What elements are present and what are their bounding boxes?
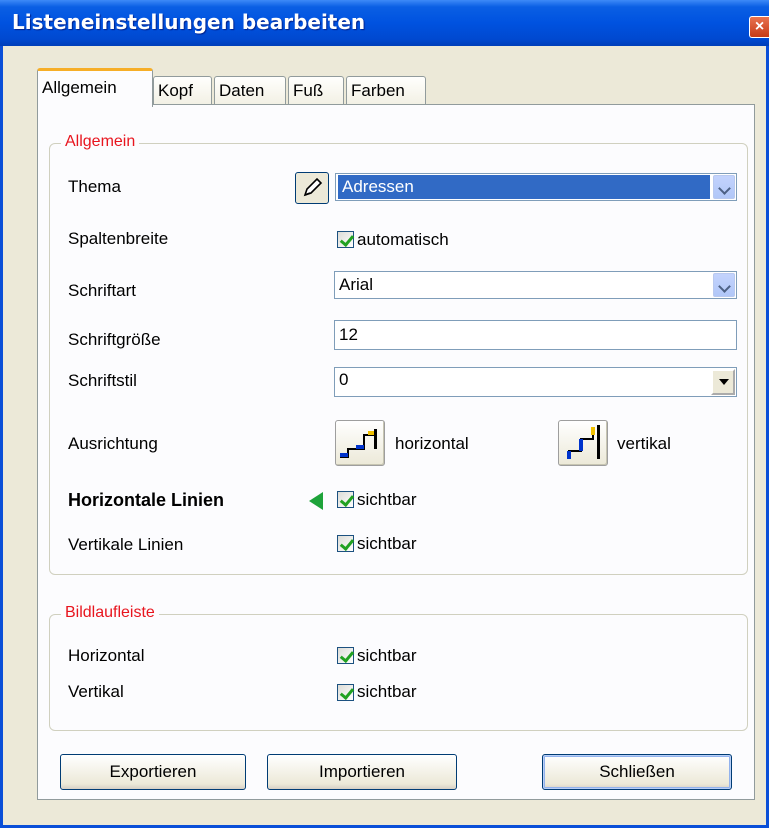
schriftart-label: Schriftart	[68, 281, 137, 300]
tab-allgemein[interactable]: Allgemein	[37, 68, 153, 107]
schriftart-select[interactable]: Arial	[334, 271, 737, 299]
general-group-title: Allgemein	[61, 133, 140, 151]
tab-daten[interactable]: Daten	[214, 76, 286, 107]
vertikal-label: vertikal	[617, 434, 671, 453]
chevron-down-icon[interactable]	[713, 175, 735, 199]
horizontale-linien-label: Horizontale Linien	[68, 490, 225, 510]
schriftart-value: Arial	[339, 275, 374, 294]
scroll-horizontal-label: Horizontal	[68, 646, 145, 665]
scroll-horizontal-checkbox-label[interactable]: sichtbar	[357, 646, 417, 666]
schriftgroesse-input[interactable]: 12	[334, 320, 737, 350]
edit-thema-button[interactable]	[295, 172, 329, 204]
pointer-arrow-icon	[309, 492, 323, 510]
ausrichtung-label: Ausrichtung	[68, 434, 158, 453]
pen-icon	[303, 177, 323, 197]
spaltenbreite-label: Spaltenbreite	[68, 229, 169, 248]
scroll-horizontal-checkbox[interactable]	[337, 647, 354, 664]
schriftstil-select[interactable]: 0	[334, 367, 737, 397]
chevron-down-icon[interactable]	[713, 273, 735, 297]
export-button[interactable]: Exportieren	[60, 754, 246, 790]
align-vertical-icon	[567, 425, 600, 459]
schriftstil-label: Schriftstil	[68, 371, 137, 390]
vertikale-linien-checkbox[interactable]	[337, 535, 354, 552]
scrollbar-group-title: Bildlaufleiste	[61, 604, 159, 622]
horizontale-linien-checkbox-label[interactable]: sichtbar	[357, 490, 417, 510]
align-horizontal-button[interactable]	[335, 420, 385, 466]
schriftgroesse-value: 12	[339, 325, 358, 344]
horizontal-label: horizontal	[395, 434, 469, 453]
spaltenbreite-checkbox[interactable]	[337, 231, 354, 248]
dialog-window: Listeneinstellungen bearbeiten × Allgeme…	[0, 0, 769, 828]
scroll-vertikal-checkbox[interactable]	[337, 684, 354, 701]
close-icon[interactable]: ×	[749, 16, 769, 38]
tab-farben[interactable]: Farben	[346, 76, 426, 107]
vertikale-linien-checkbox-label[interactable]: sichtbar	[357, 534, 417, 554]
horizontale-linien-checkbox[interactable]	[337, 491, 354, 508]
tab-kopf[interactable]: Kopf	[153, 76, 212, 107]
scroll-vertikal-label: Vertikal	[68, 682, 124, 701]
chevron-down-icon[interactable]	[711, 369, 735, 395]
tab-fuss[interactable]: Fuß	[288, 76, 344, 107]
import-button[interactable]: Importieren	[267, 754, 457, 790]
thema-label: Thema	[68, 177, 121, 196]
spaltenbreite-checkbox-label[interactable]: automatisch	[357, 230, 449, 250]
scrollbar-group	[49, 614, 748, 731]
close-button[interactable]: Schließen	[542, 754, 732, 790]
window-title: Listeneinstellungen bearbeiten	[12, 10, 366, 34]
thema-select[interactable]: Adressen	[335, 173, 737, 201]
align-vertical-button[interactable]	[558, 420, 608, 466]
schriftstil-value: 0	[339, 370, 349, 389]
title-bar[interactable]: Listeneinstellungen bearbeiten ×	[0, 0, 769, 46]
scroll-vertikal-checkbox-label[interactable]: sichtbar	[357, 682, 417, 702]
thema-value: Adressen	[338, 175, 710, 199]
vertikale-linien-label: Vertikale Linien	[68, 535, 184, 554]
schriftgroesse-label: Schriftgröße	[68, 330, 161, 349]
align-horizontal-icon	[340, 429, 377, 458]
